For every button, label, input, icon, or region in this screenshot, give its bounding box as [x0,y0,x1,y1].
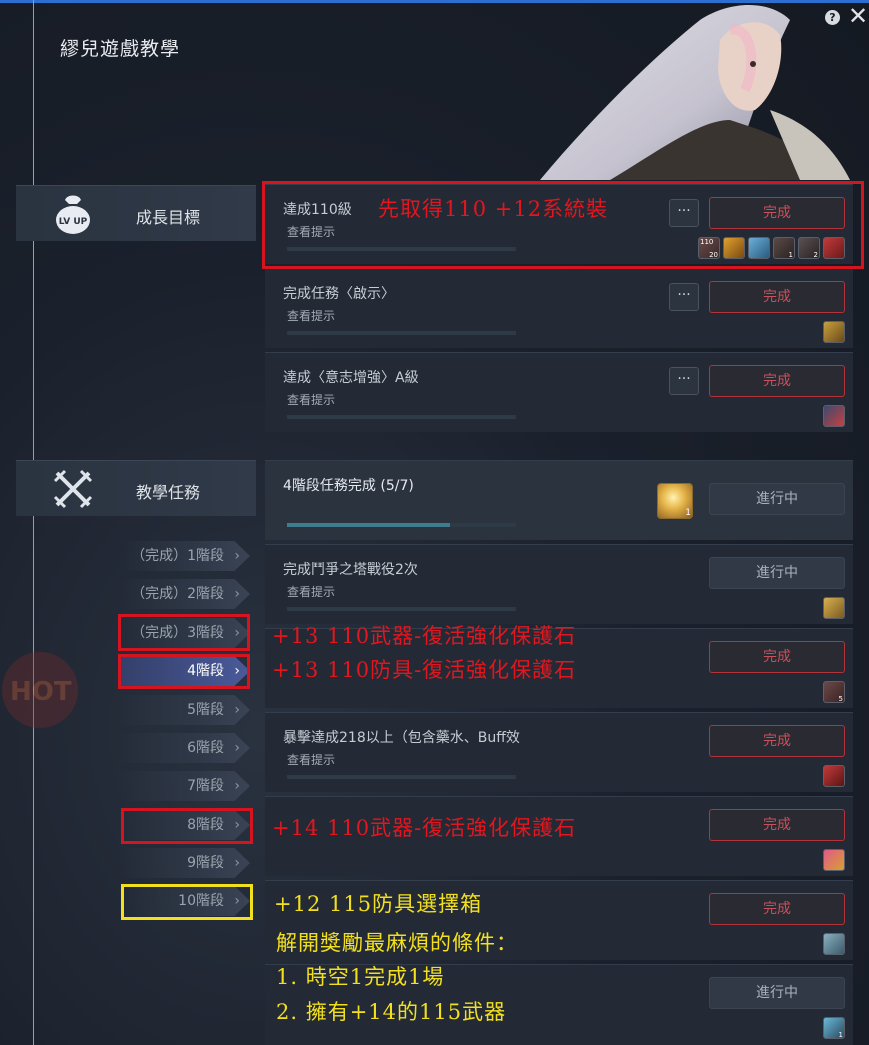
stage-item-2[interactable]: （完成）2階段 › [120,579,250,609]
stage-item-1[interactable]: （完成）1階段 › [120,541,250,571]
growth-task-row: 達成〈意志增強〉A級 查看提示 ··· 完成 [265,352,853,432]
view-hint-link[interactable]: 查看提示 [287,751,335,768]
complete-button[interactable]: 完成 [709,365,845,397]
in-progress-button[interactable]: 進行中 [709,483,845,515]
stone-reward-icon[interactable]: 5 [823,681,845,703]
in-progress-button[interactable]: 進行中 [709,557,845,589]
view-hint-link[interactable]: 查看提示 [287,307,335,324]
more-options-button[interactable]: ··· [669,367,699,395]
task-progress-bar [287,331,516,335]
svg-text:HOT: HOT [10,677,72,707]
highlight-box-stage-4 [118,654,250,689]
complete-button[interactable]: 完成 [709,809,845,841]
annotation-text: +13 110防具-復活強化保護石 [272,658,577,682]
annotation-text: 解開獎勵最麻煩的條件： [276,931,518,955]
lv-up-bag-icon: LV UP [51,192,95,236]
syringe-reward-icon[interactable] [823,405,845,427]
view-hint-link[interactable]: 查看提示 [287,583,335,600]
annotation-text: +14 110武器-復活強化保護石 [272,816,577,840]
stage-label: 6階段 [187,740,224,756]
chevron-right-icon: › [234,586,240,602]
stage-label: 9階段 [187,855,224,871]
reward-list [823,597,845,619]
section-label: 教學任務 [136,483,201,502]
chevron-right-icon: › [234,855,240,871]
window-title: 繆兒遊戲教學 [60,38,181,60]
chevron-right-icon: › [234,548,240,564]
stage-reward-icon[interactable]: 1 [657,483,693,519]
gift-box-reward-icon[interactable] [823,849,845,871]
highlight-box-stage-3 [118,614,250,651]
annotation-text: 1. 時空1完成1場 [276,965,445,989]
chevron-right-icon: › [234,702,240,718]
chevron-right-icon: › [234,740,240,756]
stage-progress-bar [287,523,516,527]
growth-task-row: 完成任務〈啟示〉 查看提示 ··· 完成 [265,268,853,348]
reward-count: 1 [685,508,691,518]
potion-reward-icon[interactable]: 1 [823,1017,845,1039]
complete-button[interactable]: 完成 [709,893,845,925]
more-options-button[interactable]: ··· [669,283,699,311]
complete-button[interactable]: 完成 [709,641,845,673]
reward-list: 5 [823,681,845,703]
close-icon[interactable]: ✕ [848,4,868,28]
crossed-swords-icon [51,467,95,511]
task-name: 達成〈意志增強〉A級 [283,370,419,386]
stage-item-6[interactable]: 6階段 › [120,733,250,763]
timeline-line [33,0,34,1045]
reward-count: 5 [838,695,843,703]
annotation-text: +13 110武器-復活強化保護石 [272,624,577,648]
xp-reward-icon[interactable] [823,321,845,343]
stage-task-row: 暴擊達成218以上（包含藥水、Buff效 查看提示 完成 [265,712,853,792]
lv-up-text: LV UP [59,217,88,227]
reward-list [823,849,845,871]
stage-label: 7階段 [187,778,224,794]
annotation-text: 2. 擁有+14的115武器 [276,1000,507,1024]
stage-summary-title: 4階段任務完成 (5/7) [283,478,414,494]
task-name: 完成任務〈啟示〉 [283,286,395,302]
reward-list [823,405,845,427]
task-name: 暴擊達成218以上（包含藥水、Buff效 [283,730,520,746]
stage-summary-row: 4階段任務完成 (5/7) 1 進行中 [265,460,853,540]
armor-box-reward-icon[interactable] [823,933,845,955]
stage-item-5[interactable]: 5階段 › [120,695,250,725]
reward-list [823,765,845,787]
stage-item-9[interactable]: 9階段 › [120,848,250,878]
complete-button[interactable]: 完成 [709,281,845,313]
stage-label: 5階段 [187,702,224,718]
reward-list: 1 [823,1017,845,1039]
highlight-box-stage-8 [121,808,253,844]
reward-count: 1 [838,1031,843,1039]
stage-task-row: 完成鬥爭之塔戰役2次 查看提示 進行中 [265,544,853,624]
stage-label: （完成）2階段 [131,586,224,602]
gift-box-reward-icon[interactable] [823,765,845,787]
help-icon[interactable]: ? [825,10,840,25]
reward-list [823,321,845,343]
stage-item-7[interactable]: 7階段 › [120,771,250,801]
annotation-text: 先取得110 +12系統裝 [378,197,609,221]
highlight-box-stage-10 [121,884,253,920]
section-growth-goals[interactable]: LV UP 成長目標 [16,185,256,241]
task-name: 完成鬥爭之塔戰役2次 [283,562,418,578]
task-progress-bar [287,607,516,611]
in-progress-button[interactable]: 進行中 [709,977,845,1009]
chevron-right-icon: › [234,778,240,794]
character-portrait [500,0,869,180]
view-hint-link[interactable]: 查看提示 [287,391,335,408]
xp-reward-icon[interactable] [823,597,845,619]
section-tutorial-missions[interactable]: 教學任務 [16,460,256,516]
complete-button[interactable]: 完成 [709,725,845,757]
task-progress-bar [287,415,516,419]
annotation-text: +12 115防具選擇箱 [274,892,483,916]
stage-label: （完成）1階段 [131,548,224,564]
reward-list [823,933,845,955]
task-progress-bar [287,775,516,779]
section-label: 成長目標 [136,208,201,227]
hot-time-badge-icon: HOT [0,640,95,730]
